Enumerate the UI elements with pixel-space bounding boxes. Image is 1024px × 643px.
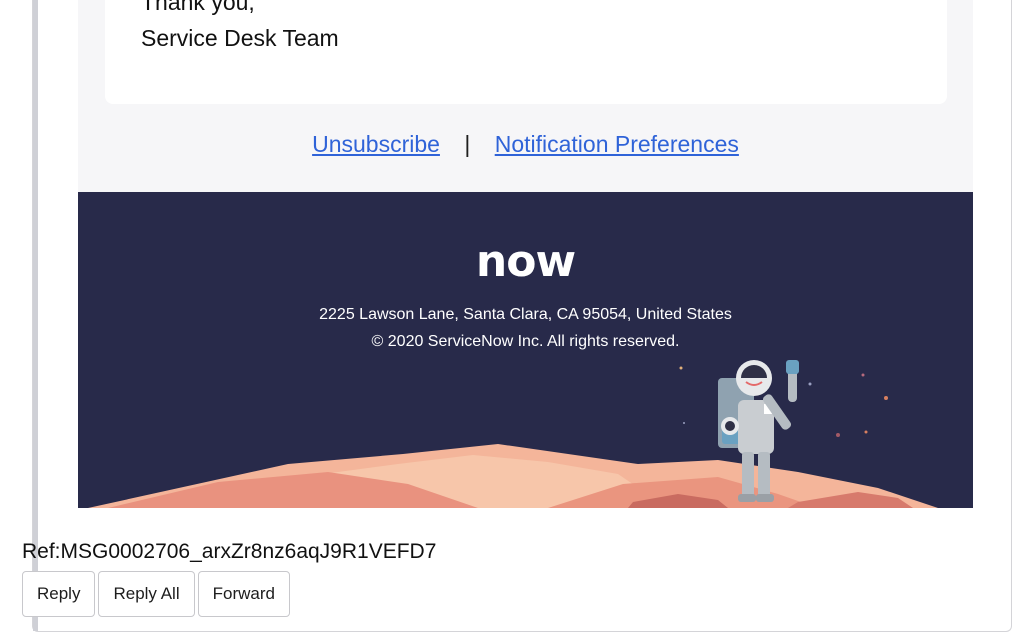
- message-reference: Ref:MSG0002706_arxZr8nz6aqJ9R1VEFD7: [22, 540, 437, 563]
- link-separator: |: [464, 131, 471, 157]
- signoff: Thank you, Service Desk Team: [141, 0, 339, 56]
- footer-links: Unsubscribe | Notification Preferences: [78, 131, 973, 158]
- signoff-thanks: Thank you,: [141, 0, 255, 15]
- reply-all-button[interactable]: Reply All: [98, 571, 195, 617]
- left-accent-bar: [33, 0, 38, 631]
- action-buttons: Reply Reply All Forward: [22, 571, 290, 617]
- notification-preferences-link[interactable]: Notification Preferences: [495, 131, 739, 157]
- company-address: 2225 Lawson Lane, Santa Clara, CA 95054,…: [319, 306, 732, 323]
- signoff-team: Service Desk Team: [141, 25, 339, 51]
- servicenow-logo-icon: now: [475, 236, 576, 287]
- reply-button[interactable]: Reply: [22, 571, 96, 617]
- unsubscribe-link[interactable]: Unsubscribe: [312, 131, 440, 157]
- email-viewer: Thank you, Service Desk Team Unsubscribe…: [32, 0, 1012, 632]
- copyright-notice: © 2020 ServiceNow Inc. All rights reserv…: [371, 333, 680, 350]
- footer-banner: now 2225 Lawson Lane, Santa Clara, CA 95…: [78, 192, 973, 508]
- email-body: Thank you, Service Desk Team Unsubscribe…: [78, 0, 973, 508]
- forward-button[interactable]: Forward: [197, 571, 290, 617]
- message-card: Thank you, Service Desk Team: [105, 0, 947, 104]
